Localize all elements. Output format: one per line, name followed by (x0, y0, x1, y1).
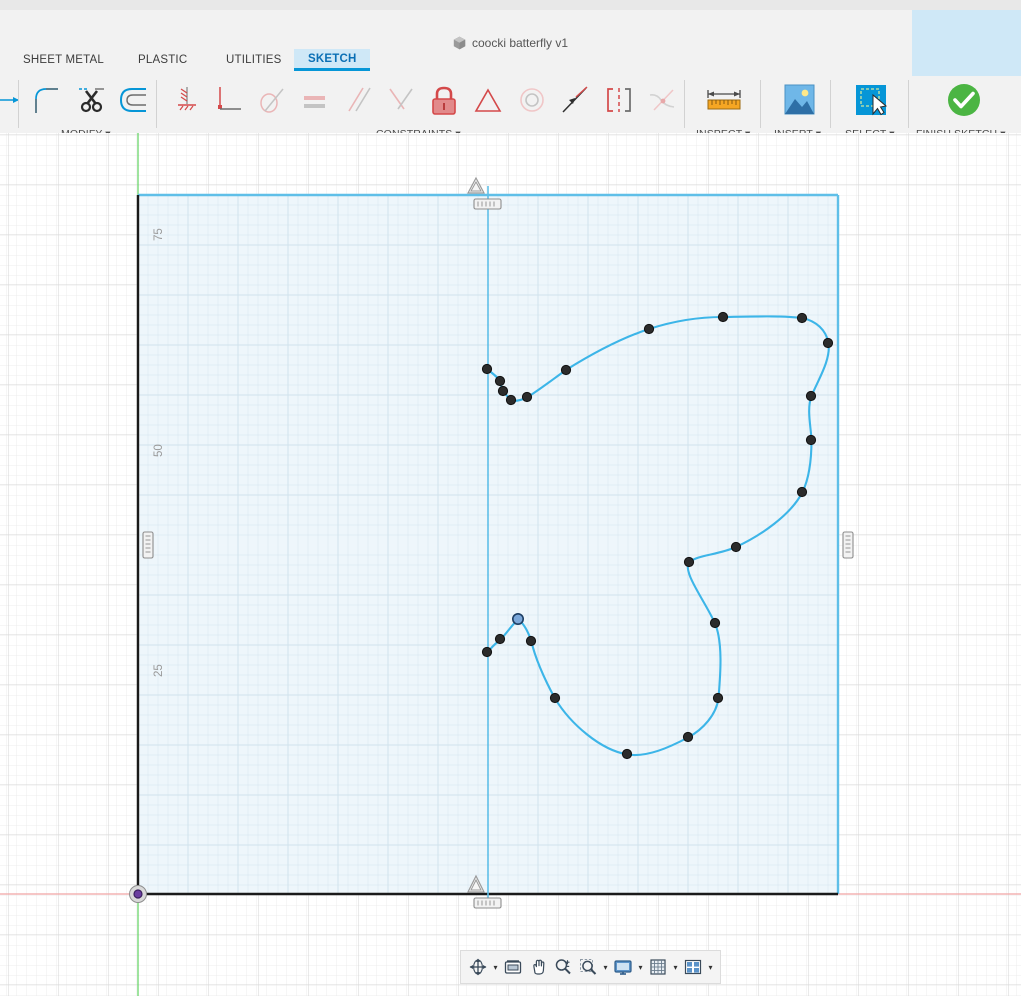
fillet-icon[interactable] (25, 78, 69, 122)
offset-icon[interactable] (112, 78, 156, 122)
horizontal-constraint-glyph-bottom (474, 898, 501, 908)
fusion-window: coocki batterfly v1 SHEET METAL PLASTIC … (0, 0, 1021, 996)
insert-image-icon[interactable] (777, 78, 821, 122)
look-at-icon[interactable] (501, 954, 525, 980)
toolbar-separator (684, 80, 685, 128)
measure-icon[interactable] (702, 78, 746, 122)
toolbar-separator (18, 80, 19, 128)
orbit-dropdown-caret[interactable]: ▾ (491, 954, 500, 980)
spline-point[interactable] (561, 365, 570, 374)
orbit-icon[interactable] (466, 954, 490, 980)
spline-point[interactable] (684, 557, 693, 566)
midpoint-constraint-glyph-top (468, 178, 484, 193)
tab-sketch[interactable]: SKETCH (294, 49, 370, 71)
spline-point[interactable] (550, 693, 559, 702)
spline-point[interactable] (644, 324, 653, 333)
spline-point[interactable] (683, 732, 692, 741)
fix-unfix-constraint-icon[interactable] (422, 78, 466, 122)
toolbar-separator (908, 80, 909, 128)
grid-snaps-icon[interactable] (646, 954, 670, 980)
toolbar-separator (830, 80, 831, 128)
spline-point[interactable] (806, 435, 815, 444)
tab-utilities[interactable]: UTILITIES (216, 50, 291, 70)
origin-point (130, 886, 147, 903)
equal-constraint-icon[interactable] (293, 78, 337, 122)
tangent-constraint-icon[interactable] (250, 78, 294, 122)
display-settings-icon[interactable] (611, 954, 635, 980)
spline-point[interactable] (718, 312, 727, 321)
curvature-constraint-icon[interactable] (640, 78, 684, 122)
toolbar-separator (760, 80, 761, 128)
zoom-window-icon[interactable] (576, 954, 600, 980)
sketch-geometry (0, 133, 1021, 996)
parallel-constraint-icon[interactable] (336, 78, 380, 122)
toolbar-separator (156, 80, 157, 128)
spline-point[interactable] (495, 634, 504, 643)
spline-point[interactable] (495, 376, 504, 385)
coincident-constraint-icon[interactable] (207, 78, 251, 122)
spline-point[interactable] (713, 693, 722, 702)
vertical-constraint-glyph-left (143, 532, 153, 558)
sketch-canvas[interactable]: 75 50 25 (0, 133, 1021, 996)
horizontal-vertical-constraint-icon[interactable] (165, 78, 209, 122)
tab-plastic[interactable]: PLASTIC (128, 50, 197, 70)
select-icon[interactable] (849, 78, 893, 122)
document-title-text: coocki batterfly v1 (472, 36, 568, 50)
cube-icon (453, 36, 466, 50)
concentric-constraint-icon[interactable] (510, 78, 554, 122)
scale-label-25: 25 (153, 664, 165, 677)
spline-point[interactable] (806, 391, 815, 400)
zoom-icon[interactable] (551, 954, 575, 980)
grid-snaps-dropdown-caret[interactable]: ▾ (671, 954, 680, 980)
tab-sheet-metal[interactable]: SHEET METAL (13, 50, 114, 70)
collinear-constraint-icon[interactable] (552, 78, 596, 122)
zoom-window-dropdown-caret[interactable]: ▾ (601, 954, 610, 980)
symmetry-constraint-icon[interactable] (597, 78, 641, 122)
spline-point[interactable] (823, 338, 832, 347)
scale-label-50: 50 (153, 444, 165, 457)
spline-point[interactable] (622, 749, 631, 758)
horizontal-constraint-glyph-top (474, 199, 501, 209)
spline-point[interactable] (482, 647, 491, 656)
ribbon: coocki batterfly v1 SHEET METAL PLASTIC … (0, 10, 1021, 134)
spline-point[interactable] (506, 395, 515, 404)
spline-point[interactable] (482, 364, 491, 373)
viewports-icon[interactable] (681, 954, 705, 980)
midpoint-constraint-icon[interactable] (466, 78, 510, 122)
spline-point[interactable] (522, 392, 531, 401)
viewports-dropdown-caret[interactable]: ▾ (706, 954, 715, 980)
display-settings-dropdown-caret[interactable]: ▾ (636, 954, 645, 980)
pan-icon[interactable] (526, 954, 550, 980)
spline-point[interactable] (710, 618, 719, 627)
spline-point[interactable] (526, 636, 535, 645)
scale-label-75: 75 (153, 228, 165, 241)
spline-point-selected[interactable] (513, 614, 523, 624)
vertical-constraint-glyph-right (843, 532, 853, 558)
spline-point[interactable] (498, 386, 507, 395)
trim-icon[interactable] (69, 78, 113, 122)
view-navigation-bar: ▾ (460, 950, 721, 984)
spline-point[interactable] (797, 313, 806, 322)
finish-sketch-icon[interactable] (942, 78, 986, 122)
spline-point[interactable] (731, 542, 740, 551)
spline-point[interactable] (797, 487, 806, 496)
perpendicular-constraint-icon[interactable] (379, 78, 423, 122)
